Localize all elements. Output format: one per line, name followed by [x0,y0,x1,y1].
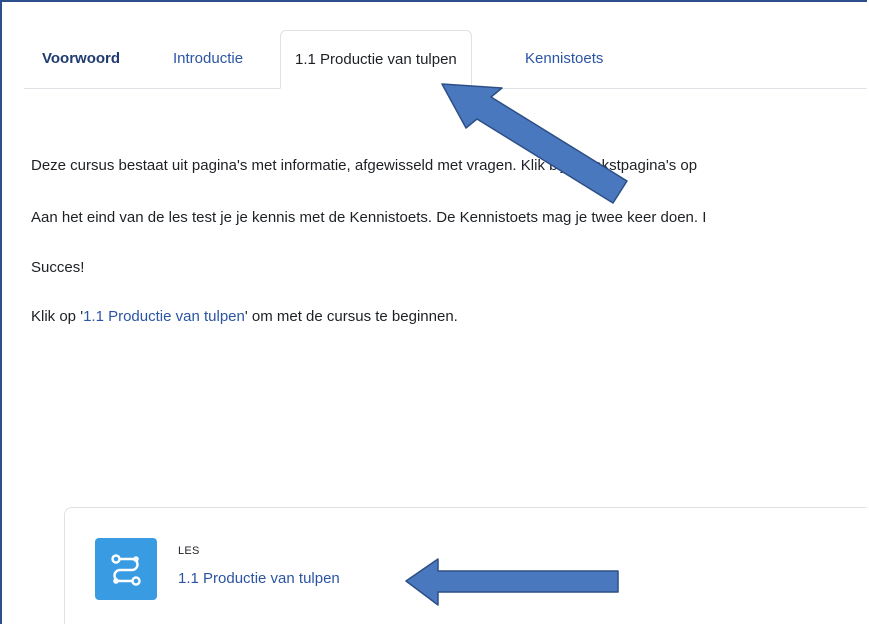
lesson-activity-card: LES 1.1 Productie van tulpen [64,507,867,624]
tab-kennistoets[interactable]: Kennistoets [525,30,603,88]
start-instruction-suffix: ' om met de cursus te beginnen. [244,308,458,325]
start-instruction: Klik op '1.1 Productie van tulpen' om me… [31,307,458,327]
activity-type-label: LES [178,545,200,557]
tab-introductie[interactable]: Introductie [173,30,243,88]
lesson-path-icon [95,538,157,600]
arrow-to-tab-icon [441,83,628,204]
tab-productie-van-tulpen[interactable]: 1.1 Productie van tulpen [280,30,472,89]
success-paragraph: Succes! [31,259,85,276]
intro-paragraph: Deze cursus bestaat uit pagina's met inf… [31,157,698,174]
start-lesson-link[interactable]: 1.1 Productie van tulpen [83,308,245,325]
start-instruction-prefix: Klik op ' [31,308,84,325]
page-frame: Voorwoord Introductie 1.1 Productie van … [0,0,867,624]
activity-title-link[interactable]: 1.1 Productie van tulpen [178,570,340,587]
test-paragraph: Aan het eind van de les test je je kenni… [31,209,707,226]
tab-voorwoord[interactable]: Voorwoord [42,30,120,88]
course-tabs: Voorwoord Introductie 1.1 Productie van … [24,30,867,89]
